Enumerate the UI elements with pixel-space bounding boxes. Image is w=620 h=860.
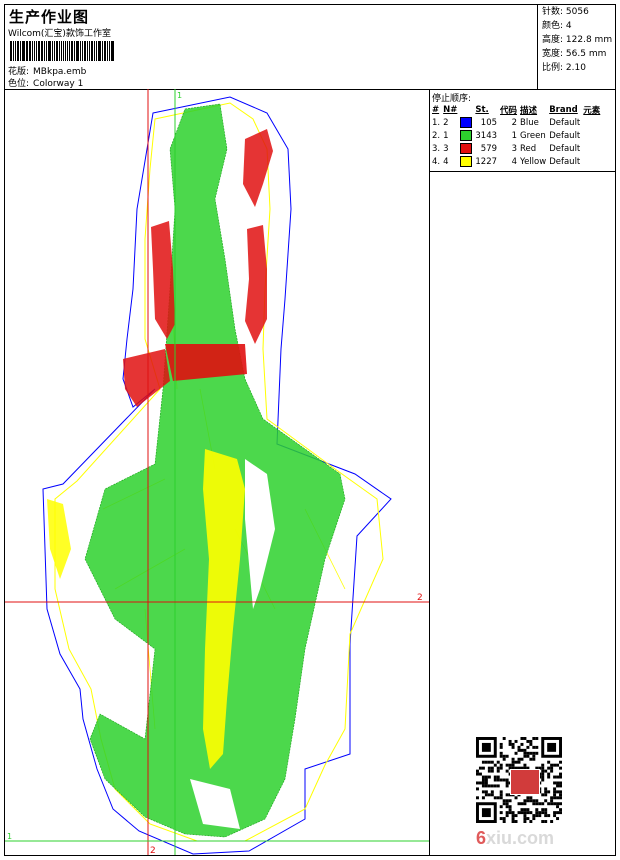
guide-v1-label: 1 [177,91,182,100]
cell-st: 3143 [475,130,498,141]
cell-n: 2 [443,117,449,128]
cell-brand: Default [549,130,581,141]
cell-desc: Green [520,130,546,141]
colorway-line: 色位: Colorway 1 [8,76,83,89]
header: 生产作业图 Wilcom(汇宝)款饰工作室 花版: MBkpa.emb 色位: Co… [5,5,615,90]
guide-h2-label: 2 [417,593,423,603]
watermark: 6xiu.com [476,828,555,848]
panel-divider [430,171,616,172]
design-preview: 1 2 1 2 [5,89,429,856]
color-swatch [460,143,473,154]
production-sheet: 生产作业图 Wilcom(汇宝)款饰工作室 花版: MBkpa.emb 色位: Co… [4,4,616,856]
cell-code: 3 [511,143,518,154]
qr-logo-seal [510,769,540,795]
colorway-label: 色位: [8,79,30,89]
cell-num: 3. [432,143,441,154]
table-row: 2. 1 3143 1 Green Default [432,129,603,142]
cell-num: 4. [432,156,441,167]
cell-brand: Default [549,117,581,128]
cell-st: 105 [480,117,498,128]
guide-h1-label: 1 [7,832,12,841]
color-swatch [460,156,473,167]
cell-brand: Default [549,143,581,154]
table-row: 1. 2 105 2 Blue Default [432,116,603,129]
stop-sequence-title: 停止顺序: [432,94,472,104]
stat-stitches: 针数: 5056 [542,7,589,17]
barcode [10,41,115,61]
cell-desc: Blue [520,117,539,128]
stat-colors: 颜色: 4 [542,21,572,31]
stat-scale: 比例: 2.10 [542,63,586,73]
cell-desc: Red [520,143,537,154]
cell-n: 3 [443,143,449,154]
cell-desc: Yellow [520,156,547,167]
cell-st: 1227 [475,156,498,167]
embroidery-drawing: 1 2 1 2 [5,89,429,856]
cell-code: 4 [511,156,518,167]
cell-code: 1 [511,130,518,141]
cell-num: 1. [432,117,441,128]
cell-st: 579 [480,143,498,154]
cell-num: 2. [432,130,441,141]
stop-sequence-table: # N# St. 代码 描述 Brand 元素 1. 2 105 2 Blue Defau… [432,103,603,168]
stats-box: 针数: 5056 颜色: 4 高度: 122.8 mm 宽度: 56.5 mm … [537,5,616,89]
yellow-left-patch [47,499,71,579]
page-title: 生产作业图 [9,8,90,26]
color-swatch [460,117,473,128]
cell-n: 4 [443,156,449,167]
table-row: 3. 3 579 3 Red Default [432,142,603,155]
cell-n: 1 [443,130,449,141]
colorway-value: Colorway 1 [33,79,84,89]
color-swatch [460,130,473,141]
red-top-right [243,129,273,207]
table-header-row: # N# St. 代码 描述 Brand 元素 [432,104,601,116]
stat-width: 宽度: 56.5 mm [542,49,607,59]
table-row: 4. 4 1227 4 Yellow Default [432,155,603,168]
cell-code: 2 [511,117,518,128]
guide-v2-label: 2 [150,846,156,855]
studio-name: Wilcom(汇宝)款饰工作室 [8,29,111,39]
stat-height: 高度: 122.8 mm [542,35,613,45]
red-left-arm [151,221,175,339]
cell-brand: Default [549,156,581,167]
